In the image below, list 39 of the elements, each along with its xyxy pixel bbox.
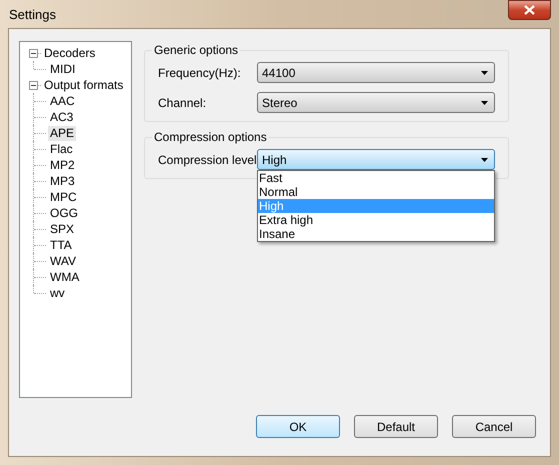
tree-item[interactable]: APE bbox=[48, 126, 76, 140]
field-label: Compression level bbox=[158, 152, 257, 168]
field-label: Channel: bbox=[158, 94, 208, 112]
minus-box-icon[interactable] bbox=[29, 48, 38, 58]
dropdown-option[interactable]: Insane bbox=[258, 227, 494, 241]
minus-box-icon[interactable] bbox=[29, 80, 38, 90]
dropdown[interactable]: High bbox=[257, 149, 495, 170]
tree-item[interactable]: WMA bbox=[48, 270, 82, 284]
group-title: Generic options bbox=[153, 42, 240, 59]
tree-item[interactable]: TTA bbox=[48, 238, 74, 252]
tree-item[interactable]: SPX bbox=[48, 222, 76, 236]
close-icon bbox=[524, 5, 535, 15]
tree-item[interactable]: Flac bbox=[48, 142, 75, 156]
tree-item[interactable]: wv bbox=[48, 286, 67, 300]
tree-item[interactable]: AAC bbox=[48, 94, 77, 108]
tree-item[interactable]: MP2 bbox=[48, 158, 77, 172]
dropdown-option[interactable]: Extra high bbox=[258, 213, 494, 227]
caret-icon bbox=[481, 100, 488, 104]
field-label: Frequency(Hz): bbox=[158, 64, 242, 82]
tree-item[interactable]: MP3 bbox=[48, 174, 77, 188]
dropdown[interactable]: Stereo bbox=[257, 92, 495, 113]
tree-item[interactable]: MIDI bbox=[48, 62, 78, 76]
group-title: Compression options bbox=[153, 129, 268, 146]
tree-item[interactable]: AC3 bbox=[48, 110, 76, 124]
caret-icon bbox=[481, 158, 488, 162]
dialog-button[interactable]: OK bbox=[256, 415, 340, 438]
close-button[interactable] bbox=[508, 0, 551, 20]
dropdown-option[interactable]: Fast bbox=[258, 171, 494, 185]
tree-item[interactable]: Output formats bbox=[42, 78, 126, 92]
window-title: Settings bbox=[9, 6, 56, 24]
dropdown-option[interactable]: Normal bbox=[258, 185, 494, 199]
caret-icon bbox=[481, 70, 488, 74]
tree-item[interactable]: MPC bbox=[48, 190, 79, 204]
tree-item[interactable]: OGG bbox=[48, 206, 80, 220]
dialog-button[interactable]: Default bbox=[354, 415, 438, 438]
tree-item[interactable]: Decoders bbox=[42, 46, 98, 60]
dropdown[interactable]: 44100 bbox=[257, 62, 495, 83]
dialog-button[interactable]: Cancel bbox=[452, 415, 536, 438]
tree-item[interactable]: WAV bbox=[48, 254, 78, 268]
